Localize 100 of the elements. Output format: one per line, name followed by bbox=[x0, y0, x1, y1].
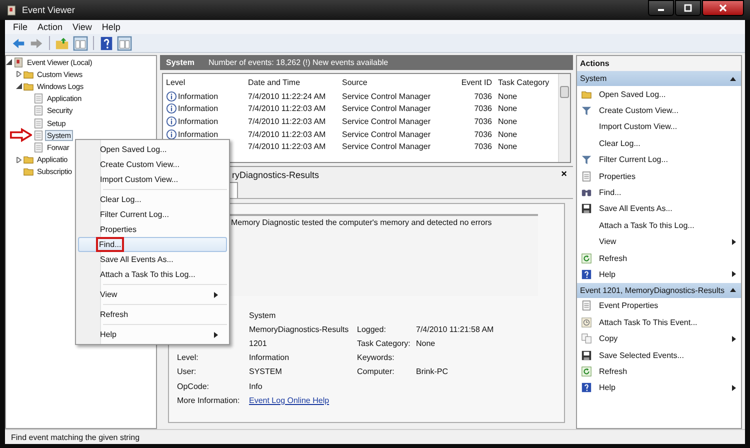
info-icon bbox=[166, 128, 177, 140]
pane-command[interactable]: Attach a Task To this Log... bbox=[599, 220, 736, 230]
event-task-category: None bbox=[498, 142, 518, 152]
help-icon bbox=[581, 268, 592, 280]
menu-item[interactable]: View bbox=[78, 287, 227, 302]
help-icon bbox=[581, 382, 592, 394]
pane-command[interactable]: Copy bbox=[599, 334, 732, 344]
help-icon[interactable] bbox=[99, 36, 114, 50]
close-button[interactable] bbox=[702, 0, 744, 16]
properties-icon bbox=[581, 170, 592, 182]
pane-command[interactable]: Open Saved Log... bbox=[599, 90, 736, 99]
pane-command[interactable]: Refresh bbox=[599, 366, 736, 376]
event-id: 7036 bbox=[474, 104, 492, 114]
menu-item[interactable]: Refresh bbox=[78, 307, 227, 322]
expand-arrow-icon[interactable] bbox=[16, 156, 22, 163]
pane-command[interactable]: View bbox=[599, 237, 732, 246]
column-header[interactable]: Event ID bbox=[451, 78, 495, 86]
funnel-icon bbox=[581, 105, 592, 116]
field-label: Level: bbox=[177, 353, 198, 362]
event-date-time: 7/4/2010 11:22:24 AM bbox=[248, 92, 326, 101]
event-viewer-icon bbox=[6, 4, 17, 16]
maximize-button[interactable] bbox=[675, 0, 701, 16]
pane-command[interactable]: Help bbox=[599, 270, 732, 279]
pane-command[interactable]: Attach Task To This Event... bbox=[599, 318, 736, 327]
event-level: Information bbox=[178, 130, 218, 139]
field-value: System bbox=[249, 310, 276, 320]
field-label: OpCode: bbox=[177, 382, 210, 391]
event-date-time: 7/4/2010 11:22:03 AM bbox=[248, 130, 326, 139]
refresh-icon bbox=[581, 252, 592, 264]
menu-item[interactable]: View bbox=[68, 22, 96, 32]
event-task-category: None bbox=[498, 116, 518, 126]
event-id: 7036 bbox=[474, 142, 492, 152]
event-task-category: None bbox=[498, 130, 518, 139]
menu-item[interactable]: Save All Events As... bbox=[78, 252, 227, 267]
column-header[interactable]: Level bbox=[163, 78, 245, 86]
pane-command[interactable]: Save Selected Events... bbox=[599, 350, 736, 360]
detail-title: ryDiagnostics-Results bbox=[232, 170, 320, 180]
column-header[interactable]: Source bbox=[339, 78, 451, 86]
event-task-category: None bbox=[498, 92, 518, 101]
event-source: Service Control Manager bbox=[342, 142, 430, 152]
pane-command[interactable]: Filter Current Log... bbox=[599, 155, 736, 164]
menu-item[interactable]: Find... bbox=[78, 237, 227, 252]
menu-item[interactable]: Help bbox=[98, 22, 124, 32]
pane-command[interactable]: Clear Log... bbox=[599, 138, 736, 148]
menu-item[interactable]: Action bbox=[34, 22, 67, 32]
scrollbar[interactable] bbox=[558, 74, 570, 162]
field-value: Info bbox=[249, 382, 262, 391]
field-value: None bbox=[416, 338, 436, 348]
column-header[interactable]: Task Category bbox=[495, 78, 558, 86]
log-icon bbox=[33, 105, 44, 116]
field-label: Computer: bbox=[357, 367, 394, 376]
clock-icon bbox=[581, 316, 592, 328]
info-icon bbox=[166, 90, 177, 102]
properties-icon bbox=[581, 300, 592, 312]
folder-up-icon[interactable] bbox=[55, 36, 70, 50]
field-value: MemoryDiagnostics-Results bbox=[249, 324, 349, 334]
pane-command[interactable]: Find... bbox=[599, 188, 736, 198]
section-header[interactable]: System bbox=[577, 71, 741, 86]
pane-icon[interactable] bbox=[117, 36, 132, 50]
pane-command[interactable]: Import Custom View... bbox=[599, 122, 736, 132]
pane-command[interactable]: Properties bbox=[599, 172, 736, 181]
event-id: 7036 bbox=[474, 92, 492, 101]
menu-item[interactable]: Attach a Task To this Log... bbox=[78, 267, 227, 282]
folder-icon bbox=[23, 68, 34, 80]
pane-command[interactable]: Help bbox=[599, 383, 732, 392]
field-label: User: bbox=[177, 367, 196, 376]
status-bar: Find event matching the given string bbox=[5, 429, 745, 444]
folder-icon bbox=[23, 154, 34, 166]
collapse-arrow-icon[interactable] bbox=[16, 83, 22, 90]
menu-item[interactable]: Properties bbox=[78, 222, 227, 237]
column-header[interactable]: Date and Time bbox=[245, 78, 339, 86]
collapse-arrow-icon[interactable] bbox=[6, 59, 12, 66]
pane-command[interactable]: Create Custom View... bbox=[599, 106, 736, 116]
collapse-arrow-icon[interactable] bbox=[730, 76, 736, 80]
field-value: SYSTEM bbox=[249, 367, 282, 376]
expand-arrow-icon[interactable] bbox=[16, 71, 22, 78]
menu-item[interactable]: Clear Log... bbox=[78, 192, 227, 207]
pane-command[interactable]: Save All Events As... bbox=[599, 204, 736, 214]
pane-command[interactable]: Event Properties bbox=[599, 301, 736, 310]
log-title: System bbox=[166, 58, 194, 67]
event-date-time: 7/4/2010 11:22:03 AM bbox=[248, 142, 326, 152]
menu-item[interactable]: Help bbox=[78, 327, 227, 342]
maximize-icon bbox=[683, 4, 693, 12]
close-button[interactable]: × bbox=[561, 169, 567, 180]
menu-item[interactable]: Import Custom View... bbox=[78, 172, 227, 187]
collapse-arrow-icon[interactable] bbox=[730, 288, 736, 292]
menu-item[interactable]: Create Custom View... bbox=[78, 157, 227, 172]
minimize-button[interactable] bbox=[648, 0, 674, 16]
field-value: Information bbox=[249, 353, 290, 362]
folder-icon bbox=[23, 80, 34, 92]
event-date-time: 7/4/2010 11:22:03 AM bbox=[248, 104, 326, 114]
menu-item[interactable]: File bbox=[9, 22, 32, 32]
event-level: Information bbox=[178, 116, 218, 126]
menu-item[interactable]: Open Saved Log... bbox=[78, 142, 227, 157]
pane-command[interactable]: Refresh bbox=[599, 254, 736, 263]
pane-icon[interactable] bbox=[73, 36, 88, 50]
section-header[interactable]: Event 1201, MemoryDiagnostics-Results bbox=[577, 282, 741, 298]
menu-item[interactable]: Filter Current Log... bbox=[78, 207, 227, 222]
help-link[interactable]: Event Log Online Help bbox=[249, 396, 330, 405]
refresh-icon bbox=[581, 366, 592, 377]
